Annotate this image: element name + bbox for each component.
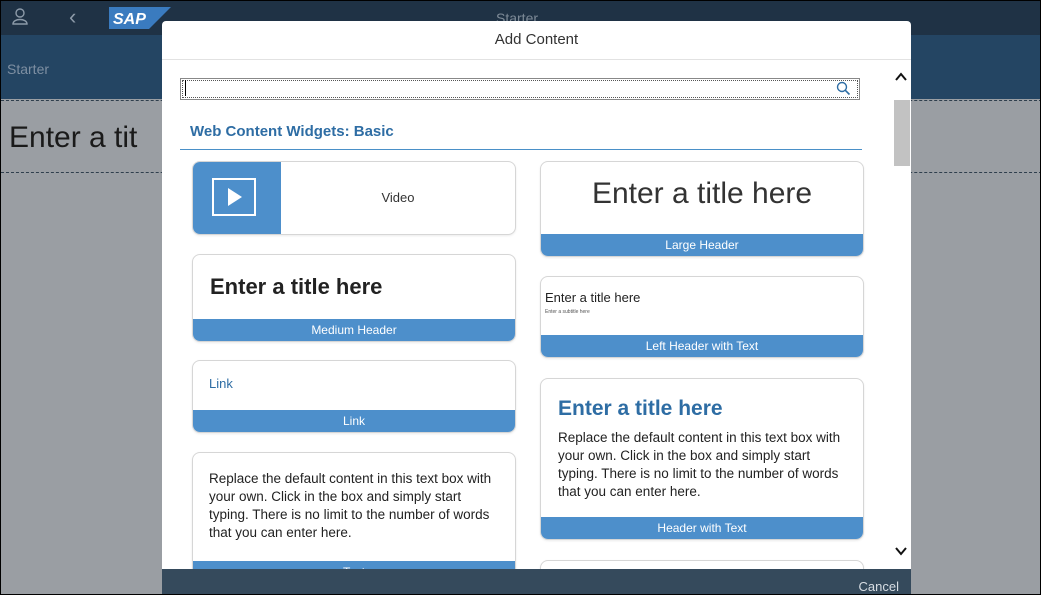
widget-label: Header with Text bbox=[541, 517, 863, 539]
scroll-down-icon[interactable] bbox=[894, 544, 908, 558]
section-divider bbox=[180, 149, 862, 150]
scroll-up-icon[interactable] bbox=[894, 70, 908, 84]
sap-logo-text: SAP bbox=[113, 11, 146, 28]
play-icon bbox=[212, 178, 256, 216]
widget-label: Large Header bbox=[541, 234, 863, 256]
widget-video[interactable]: Video bbox=[192, 161, 516, 235]
search-field[interactable] bbox=[180, 78, 860, 100]
widget-label: Video bbox=[381, 190, 415, 205]
scrollbar[interactable] bbox=[892, 68, 910, 562]
widget-label: Left Header with Text bbox=[541, 335, 863, 357]
widget-preview-text: Replace the default content in this text… bbox=[209, 471, 492, 540]
widget-large-header[interactable]: Enter a title here Large Header bbox=[540, 161, 864, 257]
widget-label: Link bbox=[193, 410, 515, 432]
widget-preview-subtitle: Enter a subtitle here bbox=[545, 309, 590, 315]
dialog-title: Add Content bbox=[162, 21, 911, 60]
widget-preview-text: Replace the default content in this text… bbox=[558, 430, 841, 499]
cancel-button[interactable]: Cancel bbox=[859, 579, 899, 594]
widget-preview-title: Enter a title here bbox=[591, 177, 813, 210]
widget-medium-header[interactable]: Enter a title here Medium Header bbox=[192, 254, 516, 342]
user-icon[interactable] bbox=[11, 7, 29, 25]
widget-preview-link: Link bbox=[209, 376, 233, 391]
back-icon[interactable]: ‹ bbox=[69, 6, 76, 28]
scroll-thumb[interactable] bbox=[894, 100, 910, 166]
video-thumbnail bbox=[193, 162, 281, 234]
widget-label: Text bbox=[193, 561, 515, 569]
widget-label: Medium Header bbox=[193, 319, 515, 341]
search-input[interactable] bbox=[185, 80, 828, 96]
widget-next[interactable] bbox=[540, 560, 864, 569]
widget-text[interactable]: Replace the default content in this text… bbox=[192, 452, 516, 569]
widget-header-with-text[interactable]: Enter a title here Replace the default c… bbox=[540, 378, 864, 540]
search-icon[interactable] bbox=[836, 81, 851, 96]
widget-preview-title: Enter a title here bbox=[545, 290, 641, 305]
widget-preview-title: Enter a title here bbox=[210, 274, 383, 299]
widget-left-header-with-text[interactable]: Enter a title here Enter a subtitle here… bbox=[540, 276, 864, 358]
section-title: Web Content Widgets: Basic bbox=[190, 123, 394, 140]
dialog-body: Web Content Widgets: Basic Video Enter a… bbox=[162, 60, 911, 569]
widget-preview-title: Enter a title here bbox=[558, 397, 723, 420]
add-content-dialog: Add Content Web Content Widgets: Basic V… bbox=[162, 21, 911, 594]
subnav-tab-starter[interactable]: Starter bbox=[7, 61, 49, 77]
screen: ‹ SAP Starter Starter Enter a tit Add Co… bbox=[0, 0, 1041, 595]
widget-link[interactable]: Link Link bbox=[192, 360, 516, 433]
dialog-footer: Cancel bbox=[162, 569, 911, 594]
page-title: Enter a tit bbox=[9, 121, 138, 154]
